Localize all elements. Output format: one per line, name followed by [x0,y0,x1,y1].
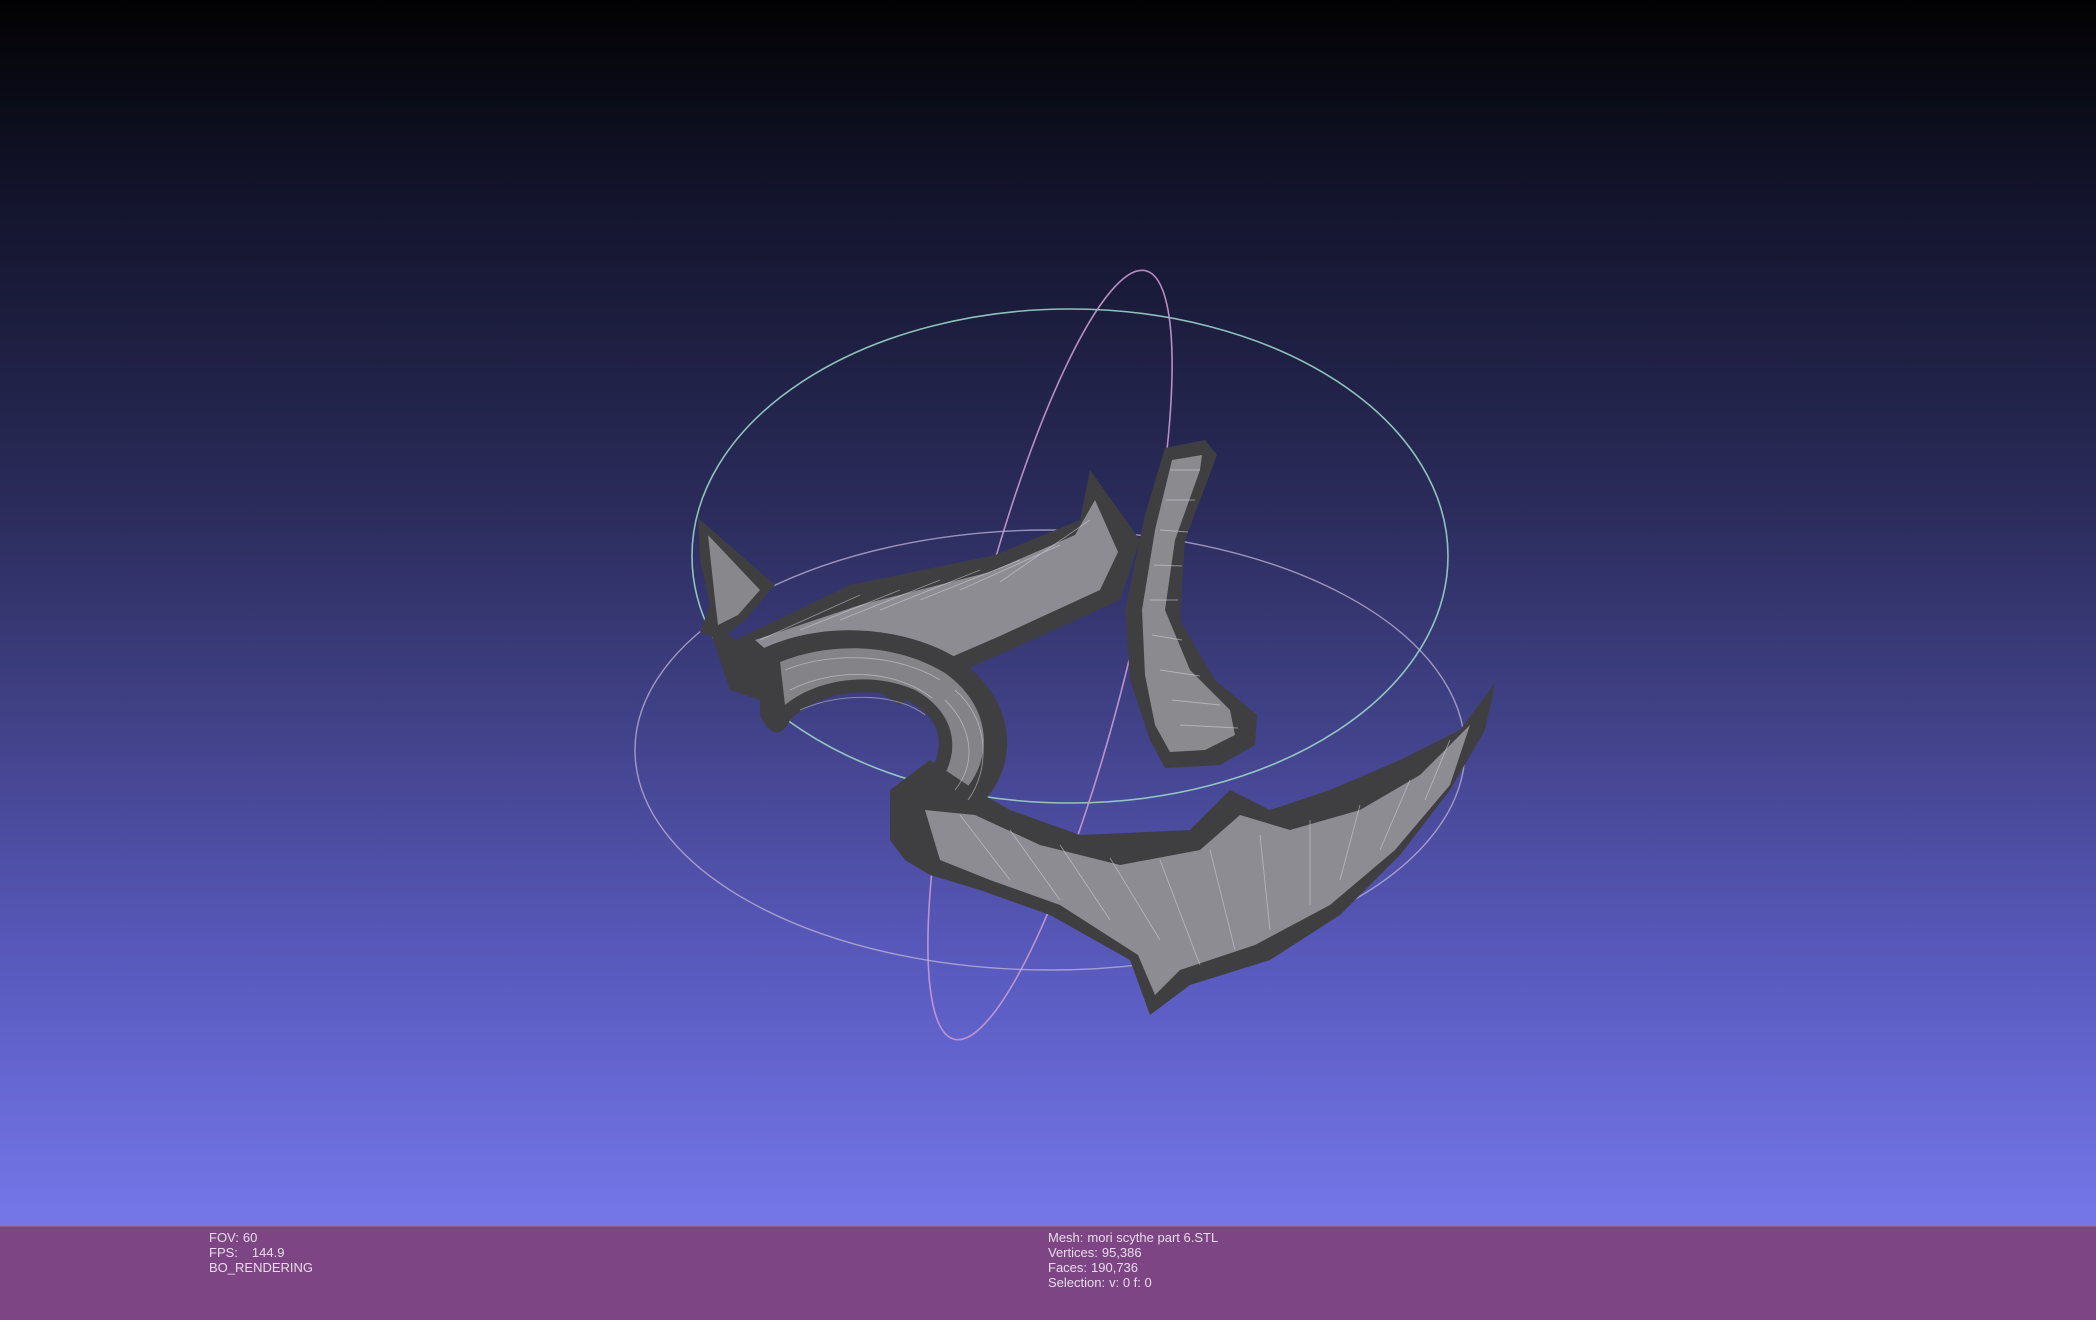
3d-viewport[interactable]: FOV: 60 FPS: 144.9 BO_RENDERING Mesh: mori … [0,0,2096,1320]
mesh-label: Mesh: [1048,1230,1084,1245]
mesh-name: mori scythe part 6.STL [1087,1230,1219,1245]
fps-value: 144.9 [251,1245,285,1260]
fov-line: FOV: 60 [209,1230,313,1245]
mesh-info-panel: Mesh: mori scythe part 6.STL Vertices: 95,… [1048,1230,1218,1290]
status-bar: FOV: 60 FPS: 144.9 BO_RENDERING Mesh: mori … [0,1226,2096,1320]
vertices-value: 95,386 [1101,1245,1142,1260]
vertices-label: Vertices: [1048,1245,1098,1260]
fov-label: FOV: [209,1230,239,1245]
scythe-mesh[interactable] [698,440,1495,1015]
render-mode: BO_RENDERING [209,1260,314,1275]
render-info-panel: FOV: 60 FPS: 144.9 BO_RENDERING [209,1230,313,1275]
selection-value: v: 0 f: 0 [1109,1275,1152,1290]
scene-canvas[interactable] [0,0,2096,1226]
vertices-line: Vertices: 95,386 [1048,1245,1218,1260]
fov-value: 60 [242,1230,258,1245]
faces-line: Faces: 190,736 [1048,1260,1218,1275]
selection-label: Selection: [1048,1275,1106,1290]
fps-label: FPS: [209,1245,238,1260]
faces-value: 190,736 [1091,1260,1139,1275]
faces-label: Faces: [1048,1260,1088,1275]
mesh-line: Mesh: mori scythe part 6.STL [1048,1230,1218,1245]
fps-line: FPS: 144.9 [209,1245,313,1260]
selection-line: Selection: v: 0 f: 0 [1048,1275,1218,1290]
